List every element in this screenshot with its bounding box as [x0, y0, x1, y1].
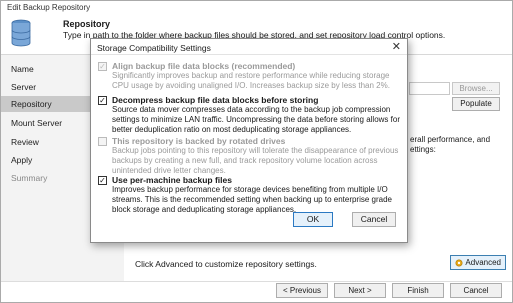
database-icon: [11, 19, 31, 47]
option-label: Align backup file data blocks (recommend…: [112, 61, 296, 71]
close-icon[interactable]: ✕: [392, 40, 401, 53]
ok-button[interactable]: OK: [293, 212, 333, 227]
advanced-button-label: Advanced: [465, 258, 501, 267]
next-button[interactable]: Next >: [334, 283, 386, 298]
option-label[interactable]: Decompress backup file data blocks befor…: [112, 95, 318, 105]
browse-button[interactable]: Browse...: [452, 82, 500, 95]
dialog-title-divider: [91, 54, 407, 55]
option-label[interactable]: Use per-machine backup files: [112, 175, 232, 185]
footer-divider: [1, 281, 512, 282]
option-description: Source data mover compresses data accord…: [112, 105, 400, 134]
previous-button[interactable]: < Previous: [276, 283, 328, 298]
window-title: Edit Backup Repository: [7, 3, 91, 12]
finish-button[interactable]: Finish: [392, 283, 444, 298]
cancel-button[interactable]: Cancel: [450, 283, 502, 298]
load-control-text-2: ettings:: [410, 145, 436, 154]
option-description: Backup jobs pointing to this repository …: [112, 146, 399, 175]
option-description: Improves backup performance for storage …: [112, 185, 392, 214]
storage-compatibility-dialog: Storage Compatibility Settings ✕ ✓ Align…: [90, 38, 408, 243]
align-blocks-checkbox: ✓: [98, 62, 107, 71]
option-label: This repository is backed by rotated dri…: [112, 136, 286, 146]
path-field[interactable]: [409, 82, 450, 95]
advanced-hint: Click Advanced to customize repository s…: [135, 259, 317, 269]
load-control-text: erall performance, and: [410, 135, 491, 144]
gear-icon: [455, 259, 463, 267]
decompress-blocks-checkbox[interactable]: ✓: [98, 96, 107, 105]
advanced-button[interactable]: Advanced: [450, 255, 506, 270]
dialog-title: Storage Compatibility Settings: [97, 43, 211, 53]
dialog-cancel-button[interactable]: Cancel: [352, 212, 396, 227]
per-machine-files-checkbox[interactable]: ✓: [98, 176, 107, 185]
option-description: Significantly improves backup and restor…: [112, 71, 390, 90]
populate-button[interactable]: Populate: [452, 97, 500, 111]
header-title: Repository: [63, 19, 111, 29]
rotated-drives-checkbox: [98, 137, 107, 146]
